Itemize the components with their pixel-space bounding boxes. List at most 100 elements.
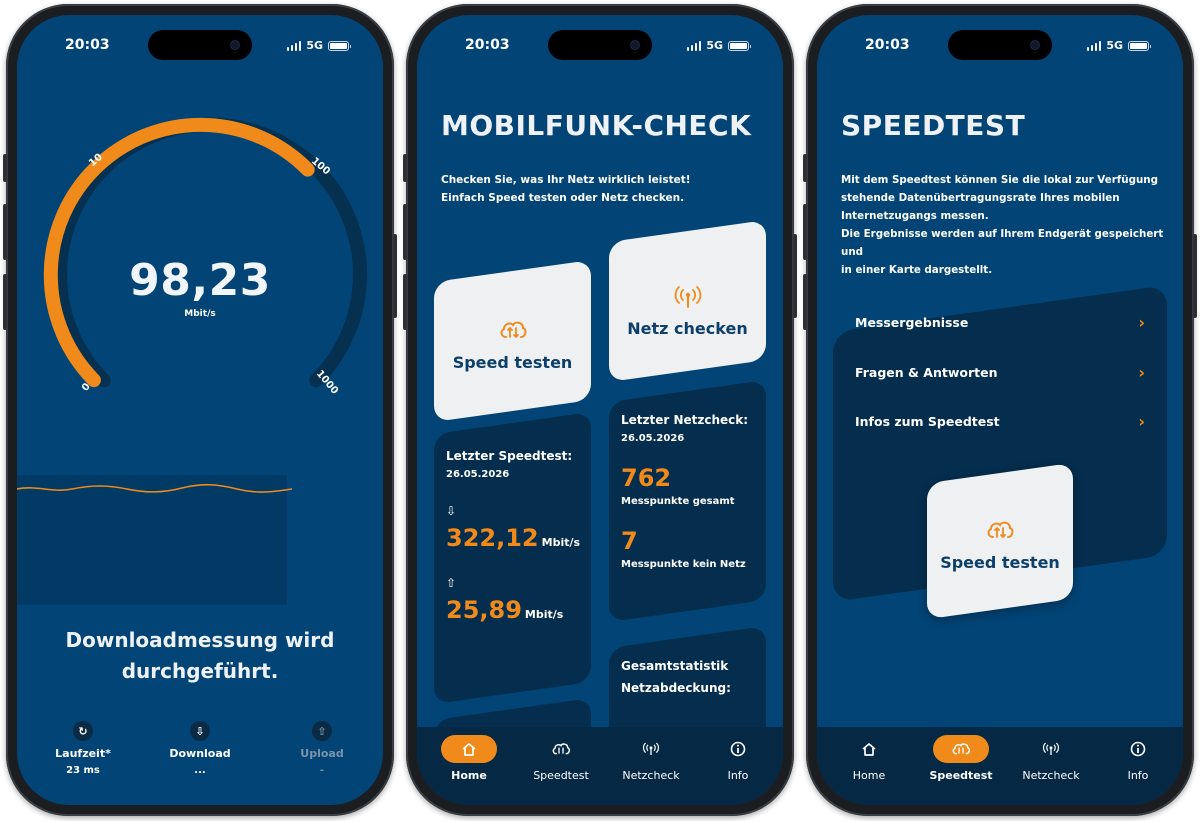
net-check-button[interactable]: Netz checken [609, 219, 766, 383]
signal-icon [686, 40, 702, 51]
last-netcheck-card[interactable]: Letzter Netzcheck: 26.05.2026 762 Messpu… [609, 379, 766, 623]
page-title: SPEEDTEST [841, 109, 1026, 142]
tab-home[interactable]: Home [829, 735, 909, 782]
tab-info-label: Info [1127, 769, 1149, 782]
status-time: 20:03 [465, 37, 510, 53]
menu-item-results-label: Messergebnisse [855, 315, 969, 330]
last-upload-unit: Mbit/s [524, 608, 564, 621]
metric-latency-value: 23 ms [66, 765, 100, 776]
menu-item-faq-label: Fragen & Antworten [855, 365, 998, 380]
cloud-speed-icon [500, 321, 526, 338]
intro-line-4: Die Ergebnisse werden auf Ihrem Endgerät… [841, 228, 1164, 258]
metric-upload-value: - [319, 765, 325, 776]
tab-info[interactable]: Info [698, 735, 778, 782]
cloud-download-icon: ⇩ [446, 504, 457, 518]
tab-netzcheck-label: Netzcheck [1022, 769, 1080, 782]
battery-icon [728, 40, 751, 51]
network-label: 5G [706, 39, 723, 52]
menu-item-info-label: Infos zum Speedtest [855, 414, 1000, 429]
speed-graph-line [17, 483, 293, 493]
status-bar: 20:03 5G [817, 37, 1183, 57]
intro-line-3: Internetzugangs messen. [841, 210, 989, 222]
cloud-upload-icon: ⇧ [446, 576, 457, 590]
last-download-unit: Mbit/s [541, 536, 581, 549]
measure-points-total: 762 [621, 464, 672, 492]
cloud-upload-icon: ⇧ [312, 721, 332, 741]
tab-info[interactable]: Info [1098, 735, 1178, 782]
last-upload-value: 25,89 [446, 596, 522, 624]
metric-download-label: Download [169, 747, 231, 760]
tab-speedtest[interactable]: Speedtest [921, 735, 1001, 782]
current-speed-unit: Mbit/s [184, 309, 216, 319]
metric-download-value: ... [194, 765, 206, 776]
intro-line-1: Checken Sie, was Ihr Netz wirklich leist… [441, 174, 691, 186]
phone-speedtest-menu: 20:03 5G SPEEDTEST Mit dem Speedtest kön… [803, 4, 1197, 816]
home-icon [841, 735, 897, 763]
antenna-icon [1023, 735, 1079, 763]
tab-netzcheck[interactable]: Netzcheck [1011, 735, 1091, 782]
stats-title-line-1: Gesamtstatistik [621, 659, 729, 673]
last-speedtest-date: 26.05.2026 [446, 469, 510, 480]
refresh-icon: ↻ [73, 721, 93, 741]
intro-line-1: Mit dem Speedtest können Sie die lokal z… [841, 174, 1158, 186]
last-speedtest-label: Letzter Speedtest: [446, 449, 573, 463]
tab-speedtest-label: Speedtest [533, 769, 589, 782]
measurement-status-text: Downloadmessung wird durchgeführt. [65, 628, 335, 683]
screen-2: 20:03 5G MOBILFUNK-CHECK Checken Sie, wa… [417, 15, 783, 805]
tab-bar: Home Speedtest Netzcheck Info [417, 727, 783, 805]
phone-home: 20:03 5G MOBILFUNK-CHECK Checken Sie, wa… [403, 4, 797, 816]
tab-home-label: Home [852, 769, 886, 782]
cloud-speed-icon [533, 735, 589, 763]
tab-info-label: Info [727, 769, 749, 782]
home-icon [441, 735, 497, 763]
measure-points-no-signal: 7 [621, 527, 638, 555]
speed-test-button[interactable]: Speed testen [927, 462, 1073, 620]
tab-speedtest-label: Speedtest [929, 769, 993, 782]
screen-3: 20:03 5G SPEEDTEST Mit dem Speedtest kön… [817, 15, 1183, 805]
status-bar: 20:03 5G [417, 37, 783, 57]
last-netcheck-label: Letzter Netzcheck: [621, 413, 749, 427]
net-check-label: Netz checken [627, 319, 748, 338]
menu-item-info[interactable]: Infos zum Speedtest › [855, 412, 1145, 431]
chevron-right-icon: › [1138, 363, 1145, 382]
last-speedtest-card[interactable]: Letzter Speedtest: 26.05.2026 ⇩ 322,12 Mb… [434, 411, 591, 705]
metric-download: ⇩ Download ... [140, 721, 260, 776]
tab-home[interactable]: Home [429, 735, 509, 782]
chevron-right-icon: › [1138, 412, 1145, 431]
battery-icon [1128, 40, 1151, 51]
cloud-download-icon: ⇩ [190, 721, 210, 741]
last-netcheck-date: 26.05.2026 [621, 433, 685, 444]
tab-home-label: Home [451, 769, 487, 782]
network-label: 5G [1106, 39, 1123, 52]
antenna-icon [674, 286, 701, 308]
screen-1: 20:03 5G 0 10 100 1000 98,23 Mbit/s Down… [17, 15, 383, 805]
menu-item-results[interactable]: Messergebnisse › [855, 313, 1145, 332]
tab-bar: Home Speedtest Netzcheck Info [817, 727, 1183, 805]
speed-gauge [43, 117, 367, 388]
measure-points-no-signal-label: Messpunkte kein Netz [621, 559, 746, 570]
cloud-speed-icon [933, 735, 989, 763]
metric-upload: ⇧ Upload - [262, 721, 382, 776]
speed-test-label: Speed testen [452, 353, 573, 372]
intro-line-2: stehende Datenübertragungsrate Ihres mob… [841, 192, 1120, 204]
info-icon [710, 735, 766, 763]
tab-speedtest[interactable]: Speedtest [521, 735, 601, 782]
measure-points-total-label: Messpunkte gesamt [621, 496, 735, 507]
signal-icon [1086, 40, 1102, 51]
menu-item-faq[interactable]: Fragen & Antworten › [855, 363, 1145, 382]
stats-title-line-2: Netzabdeckung: [621, 681, 731, 695]
metric-latency-label: Laufzeit* [55, 747, 111, 760]
phone-speedtest-running: 20:03 5G 0 10 100 1000 98,23 Mbit/s Down… [3, 4, 397, 816]
speed-test-button[interactable]: Speed testen [434, 259, 591, 423]
intro-line-5: in einer Karte dargestellt. [841, 264, 993, 276]
intro-line-2: Einfach Speed testen oder Netz checken. [441, 192, 685, 204]
status-time: 20:03 [865, 37, 910, 53]
speed-test-label: Speed testen [940, 553, 1060, 572]
metric-upload-label: Upload [300, 747, 344, 760]
tab-netzcheck-label: Netzcheck [622, 769, 680, 782]
cloud-speed-icon [987, 521, 1014, 538]
intro-text: Checken Sie, was Ihr Netz wirklich leist… [441, 171, 771, 207]
antenna-icon [623, 735, 679, 763]
info-icon [1110, 735, 1166, 763]
tab-netzcheck[interactable]: Netzcheck [611, 735, 691, 782]
